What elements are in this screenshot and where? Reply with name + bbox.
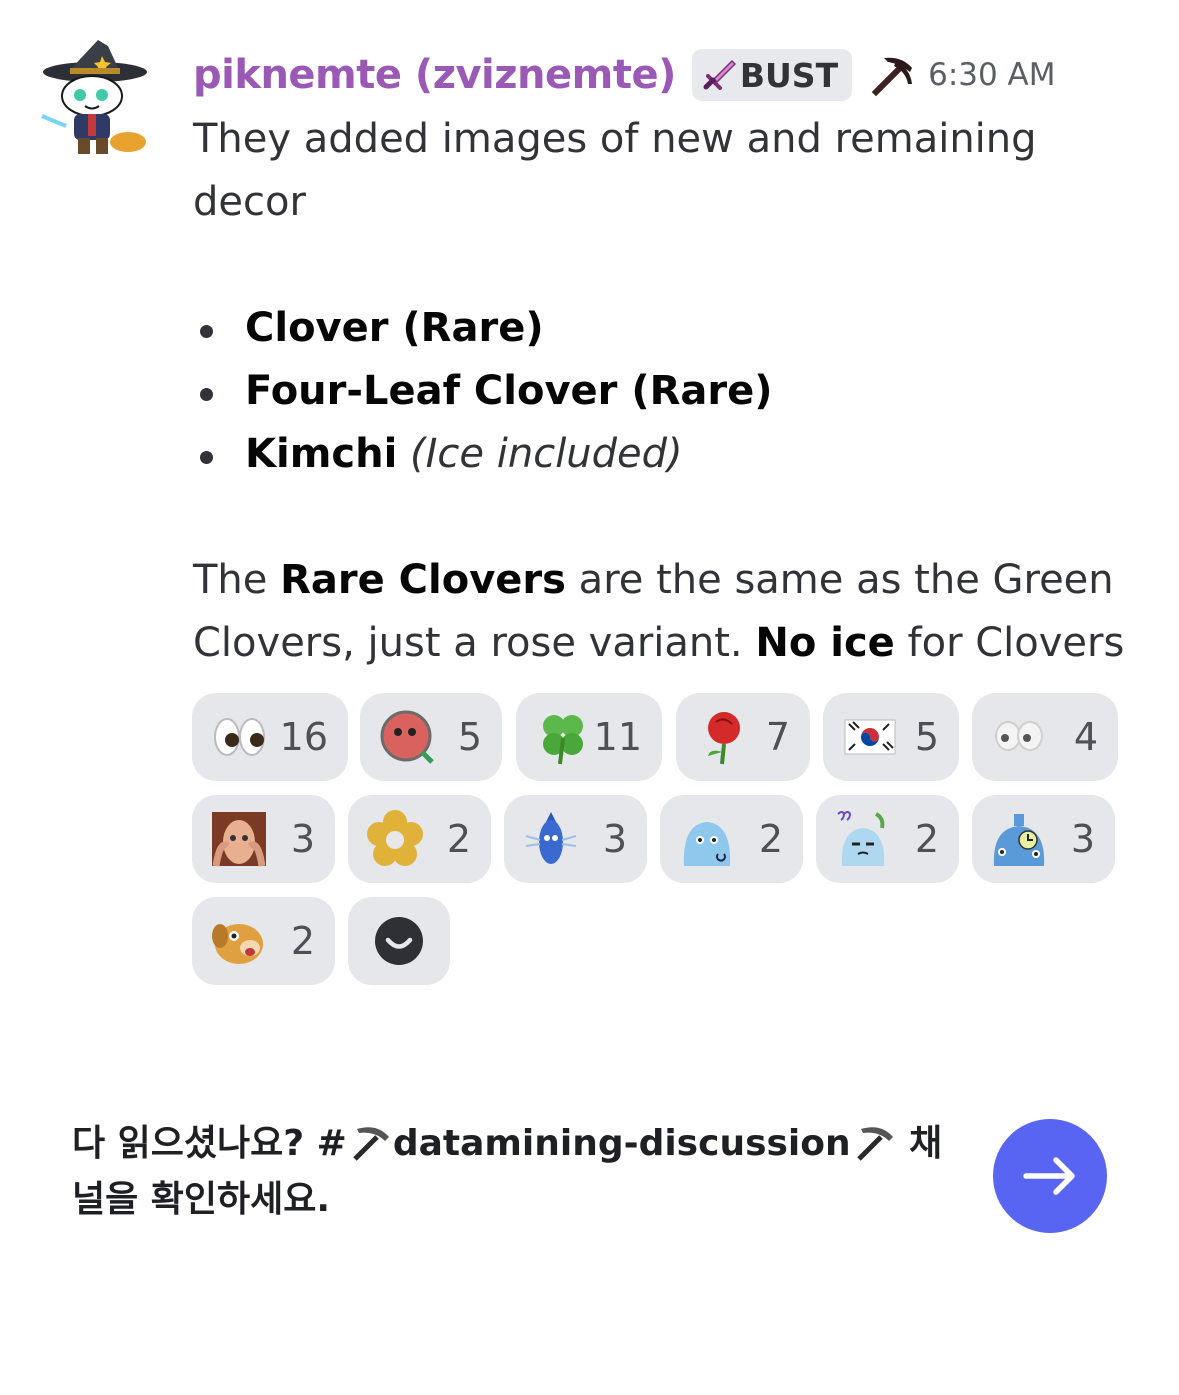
add-reaction-button[interactable] xyxy=(348,897,450,985)
reaction-count: 7 xyxy=(765,715,790,759)
reaction-pill[interactable]: 16 xyxy=(192,693,348,781)
reaction-count: 16 xyxy=(279,715,328,759)
gold-flower-emoji-icon xyxy=(366,810,424,868)
list-item-bold: Four-Leaf Clover (Rare) xyxy=(245,368,773,414)
arrow-right-icon xyxy=(1023,1157,1075,1195)
user-avatar[interactable] xyxy=(40,38,150,158)
message-intro: They added images of new and remaining d… xyxy=(193,116,1037,225)
username[interactable]: piknemte (zviznemte) xyxy=(193,52,676,98)
eyes-emoji-icon xyxy=(210,708,268,766)
reaction-count: 3 xyxy=(290,817,315,861)
stressed-man-emoji-icon xyxy=(210,810,268,868)
server-tag[interactable]: BUST xyxy=(691,49,853,101)
pickaxe-icon xyxy=(353,1127,389,1161)
reaction-count: 2 xyxy=(290,919,315,963)
channel-link[interactable]: datamining-discussion xyxy=(393,1123,851,1164)
reaction-count: 2 xyxy=(758,817,783,861)
reaction-pill[interactable]: 3 xyxy=(192,795,335,883)
closing-text-1: The xyxy=(193,557,281,603)
reaction-count: 2 xyxy=(446,817,471,861)
reaction-pill[interactable]: 5 xyxy=(360,693,502,781)
sword-icon xyxy=(703,59,736,90)
reaction-count: 4 xyxy=(1073,715,1098,759)
red-creature-magnifier-emoji-icon xyxy=(378,708,436,766)
reaction-count: 5 xyxy=(457,715,482,759)
closing-bold-1: Rare Clovers xyxy=(280,557,566,603)
reaction-count: 5 xyxy=(914,715,939,759)
add-reaction-icon xyxy=(375,917,423,965)
four-leaf-clover-emoji-icon xyxy=(534,708,592,766)
blue-creature-clock-emoji-icon xyxy=(990,810,1048,868)
server-tag-label: BUST xyxy=(739,55,839,95)
banner-text-before: 다 읽으셨나요? # xyxy=(72,1123,347,1164)
blue-pikmin-emoji-icon xyxy=(522,810,580,868)
list-item: Kimchi (Ice included) xyxy=(193,423,1153,486)
message-header: piknemte (zviznemte) BUST 6:30 AM xyxy=(193,46,1056,104)
pickaxe-icon xyxy=(856,1127,893,1161)
reaction-pill[interactable]: 7 xyxy=(676,693,810,781)
closing-bold-2: No ice xyxy=(755,620,895,666)
rose-emoji-icon xyxy=(694,708,752,766)
list-item-bold: Kimchi xyxy=(245,431,398,477)
message-closing: The Rare Clovers are the same as the Gre… xyxy=(193,549,1153,675)
pickaxe-icon xyxy=(871,57,913,97)
reaction-pill[interactable]: 2 xyxy=(816,795,959,883)
reaction-count: 3 xyxy=(1070,817,1095,861)
read-prompt-banner: 다 읽으셨나요? # datamining-discussion 채널을 확인하세… xyxy=(72,1116,972,1228)
reaction-count: 11 xyxy=(593,715,642,759)
reaction-pill[interactable]: 4 xyxy=(972,693,1118,781)
reaction-pill[interactable]: 11 xyxy=(516,693,662,781)
reaction-pill[interactable]: 2 xyxy=(192,897,335,985)
go-to-channel-button[interactable] xyxy=(993,1119,1107,1233)
list-item-bold: Clover (Rare) xyxy=(245,305,544,351)
wizard-avatar-icon xyxy=(41,40,147,154)
list-item: Four-Leaf Clover (Rare) xyxy=(193,360,1153,423)
south-korea-flag-emoji-icon xyxy=(841,708,899,766)
reaction-pill[interactable]: 3 xyxy=(972,795,1115,883)
message-timestamp: 6:30 AM xyxy=(928,57,1056,93)
white-eyes-emoji-icon xyxy=(990,708,1048,766)
decor-list: Clover (Rare) Four-Leaf Clover (Rare) Ki… xyxy=(193,297,1153,486)
ice-blob-emoji-icon xyxy=(678,810,736,868)
message-content: They added images of new and remaining d… xyxy=(193,108,1153,675)
reaction-pill[interactable]: 5 xyxy=(823,693,959,781)
list-item: Clover (Rare) xyxy=(193,297,1153,360)
reaction-count: 2 xyxy=(914,817,939,861)
list-item-note: (Ice included) xyxy=(410,431,683,477)
reaction-pill[interactable]: 2 xyxy=(348,795,491,883)
reaction-count: 3 xyxy=(602,817,627,861)
reaction-pill[interactable]: 2 xyxy=(660,795,803,883)
reaction-pill[interactable]: 3 xyxy=(504,795,647,883)
confused-ice-blob-emoji-icon xyxy=(834,810,892,868)
oatchi-dog-emoji-icon xyxy=(210,912,268,970)
closing-text-3: for Clovers xyxy=(894,620,1125,666)
